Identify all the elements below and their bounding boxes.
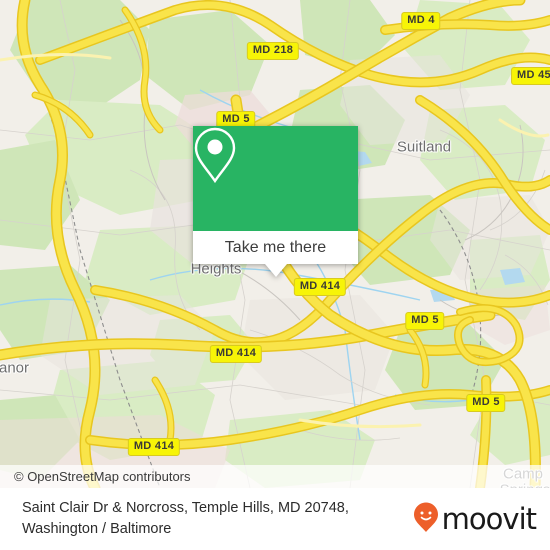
place-label-manor: anor bbox=[0, 359, 30, 377]
road-shield: MD 5 bbox=[405, 312, 445, 330]
road-shield: MD 5 bbox=[466, 394, 506, 412]
road-shield: MD 414 bbox=[209, 345, 263, 363]
caption-line-1: Saint Clair Dr & Norcross, Temple Hills,… bbox=[22, 500, 349, 516]
caption-bar: Saint Clair Dr & Norcross, Temple Hills,… bbox=[0, 488, 550, 550]
road-shield: MD 45 bbox=[511, 67, 550, 85]
take-me-there-label: Take me there bbox=[224, 238, 327, 256]
road-shield: MD 414 bbox=[127, 438, 181, 456]
place-label-suitland: Suitland bbox=[396, 138, 452, 156]
map-canvas[interactable]: .green{fill:#cfe6b8;} .green2{fill:#d9ec… bbox=[0, 0, 550, 488]
road-shield: MD 218 bbox=[246, 42, 300, 60]
take-me-there-button[interactable]: Take me there bbox=[193, 231, 358, 264]
moovit-pin-icon bbox=[413, 501, 439, 538]
moovit-logo[interactable]: moovit bbox=[413, 501, 550, 538]
road-shield: MD 4 bbox=[401, 12, 441, 30]
moovit-wordmark: moovit bbox=[441, 502, 537, 536]
popup-tail bbox=[264, 264, 287, 277]
location-caption: Saint Clair Dr & Norcross, Temple Hills,… bbox=[0, 498, 413, 540]
attribution-text: © OpenStreetMap contributors bbox=[14, 469, 191, 484]
map-attribution: © OpenStreetMap contributors bbox=[0, 465, 550, 488]
location-popup-card[interactable]: Take me there bbox=[193, 126, 358, 277]
moovit-map-screenshot: .green{fill:#cfe6b8;} .green2{fill:#d9ec… bbox=[0, 0, 550, 550]
popup-pin-area bbox=[193, 126, 358, 231]
road-shield: MD 414 bbox=[293, 278, 347, 296]
caption-line-2: Washington / Baltimore bbox=[22, 521, 172, 537]
